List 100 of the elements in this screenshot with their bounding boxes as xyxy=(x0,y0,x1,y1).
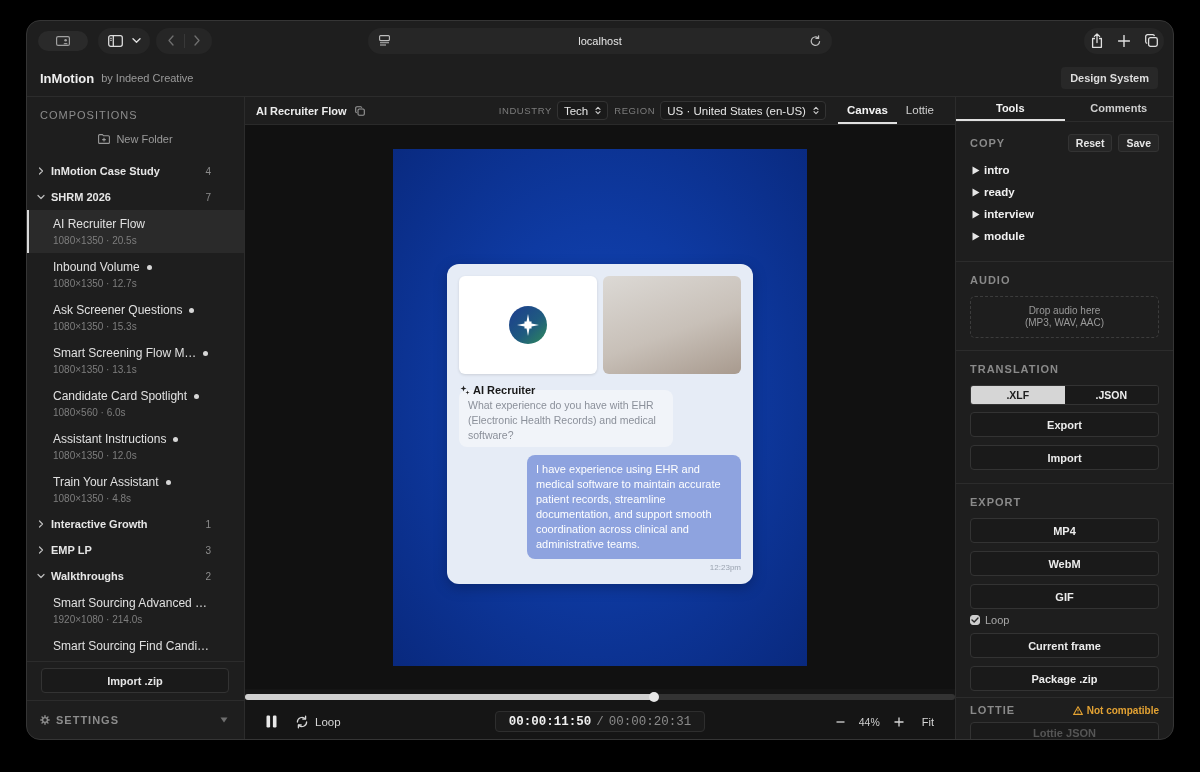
composition-item[interactable]: Assistant Instructions 1080×1350 · 12.0s xyxy=(27,425,244,468)
save-button[interactable]: Save xyxy=(1118,134,1159,152)
panel-tab[interactable]: Comments xyxy=(1064,97,1173,121)
export-format-button[interactable]: MP4 xyxy=(970,518,1159,543)
chevron-down-icon[interactable] xyxy=(37,572,45,580)
export-format-button[interactable]: WebM xyxy=(970,551,1159,576)
item-count: 3 xyxy=(205,544,211,556)
pause-button[interactable] xyxy=(266,715,277,728)
screen-icon xyxy=(56,35,70,46)
chevron-right-icon[interactable] xyxy=(37,167,45,175)
composition-item[interactable]: Smart Screening Flow M… 1080×1350 · 13.1s xyxy=(27,339,244,382)
panel-tab[interactable]: Tools xyxy=(956,97,1065,121)
new-folder-button[interactable]: New Folder xyxy=(94,129,177,149)
share-icon xyxy=(1091,33,1103,48)
chevron-right-icon[interactable] xyxy=(37,520,45,528)
section-heading: EXPORT xyxy=(970,495,1023,509)
plus-icon xyxy=(1118,34,1130,47)
composition-name: Smart Screening Flow M… xyxy=(53,346,197,361)
checkmark-icon xyxy=(971,617,979,623)
folder-name[interactable]: SHRM 2026 xyxy=(51,191,111,203)
format-option[interactable]: .XLF xyxy=(971,386,1065,404)
chevron-right-icon xyxy=(194,35,200,46)
export-format-button[interactable]: Current frame xyxy=(970,633,1159,658)
composition-name: Candidate Card Spotlight xyxy=(53,389,188,404)
export-format-button[interactable]: GIF xyxy=(970,584,1159,609)
section-heading: COMPOSITIONS xyxy=(40,108,139,122)
composition-name: Smart Sourcing Advanced … xyxy=(53,596,208,611)
loop-button[interactable]: Loop xyxy=(295,714,341,729)
composition-item[interactable]: Ask Screener Questions 1080×1350 · 15.3s xyxy=(27,296,244,339)
tabs-icon xyxy=(1144,34,1158,47)
chevron-right-icon[interactable] xyxy=(37,546,45,554)
copy-group-item[interactable]: module xyxy=(970,225,1025,247)
section-heading: TRANSLATION xyxy=(970,362,1060,376)
folder-name[interactable]: EMP LP xyxy=(51,544,92,556)
composition-item[interactable]: Inbound Volume 1080×1350 · 12.7s xyxy=(27,253,244,296)
settings-toggle[interactable]: SETTINGS xyxy=(27,700,244,739)
import-button[interactable]: Import xyxy=(970,445,1159,470)
sparkle-icon xyxy=(460,384,470,395)
speaker-name: AI Recruiter xyxy=(473,383,536,396)
zoom-in-button[interactable] xyxy=(893,716,904,727)
address-bar[interactable]: localhost xyxy=(368,27,832,54)
item-count: 4 xyxy=(205,165,211,177)
composition-meta: 1080×560 · 6.0s xyxy=(53,407,126,419)
item-count: 1 xyxy=(205,518,211,530)
folder-name[interactable]: Walkthroughs xyxy=(51,570,124,582)
app-name: InMotion xyxy=(40,70,95,86)
warning-icon xyxy=(1072,705,1083,715)
plus-icon xyxy=(893,716,904,727)
copy-group-item[interactable]: ready xyxy=(970,181,1015,203)
composition-item[interactable]: AI Recruiter Flow 1080×1350 · 20.5s xyxy=(27,210,244,253)
reload-icon[interactable] xyxy=(810,34,821,47)
checkbox[interactable] xyxy=(970,615,980,625)
timeline-track[interactable] xyxy=(245,693,955,700)
folder-name[interactable]: InMotion Case Study xyxy=(51,165,160,177)
composition-item[interactable]: Candidate Card Spotlight 1080×560 · 6.0s xyxy=(27,382,244,425)
duplicate-button[interactable] xyxy=(355,105,366,116)
answer-bubble: I have experience using EHR and medical software to maintain accurate patient records, streamline documentation, and support smooth coordination across clinical and administrative teams. xyxy=(527,454,741,559)
warning-text: Not compatible xyxy=(1086,704,1159,716)
zoom-level: 44% xyxy=(858,715,880,728)
composition-name: Ask Screener Questions xyxy=(53,303,183,318)
zoom-out-button[interactable] xyxy=(835,720,845,723)
composition-meta: 1080×1350 · 20.5s xyxy=(53,235,137,247)
composition-meta: 1080×1350 · 12.7s xyxy=(53,278,137,290)
filter-select[interactable]: Tech xyxy=(556,101,609,120)
composition-item[interactable]: Smart Sourcing Find Candi… xyxy=(27,632,244,660)
export-format-button[interactable]: Package .zip xyxy=(970,666,1159,691)
composition-item[interactable]: Smart Sourcing Advanced … 1920×1080 · 214.0s xyxy=(27,589,244,632)
timeline-thumb[interactable] xyxy=(648,691,659,702)
import-zip-button[interactable]: Import .zip xyxy=(41,668,229,693)
fit-button[interactable]: Fit xyxy=(921,715,934,728)
audio-dropzone[interactable]: Drop audio here (MP3, WAV, AAC) xyxy=(970,296,1159,338)
minus-icon xyxy=(835,720,845,723)
reset-button[interactable]: Reset xyxy=(1067,134,1113,152)
composition-name: AI Recruiter Flow xyxy=(53,217,146,232)
filter-select[interactable]: US · United States (en-US) xyxy=(660,101,826,120)
chevron-down-icon[interactable] xyxy=(37,193,45,201)
item-count: 7 xyxy=(205,191,211,203)
composition-title: AI Recruiter Flow xyxy=(256,104,347,117)
checkbox-label: Loop xyxy=(985,614,1010,626)
composition-meta: 1920×1080 · 214.0s xyxy=(53,614,143,626)
format-option[interactable]: .JSON xyxy=(1064,386,1158,404)
filter-label: INDUSTRY xyxy=(498,105,552,116)
export-button[interactable]: Export xyxy=(970,412,1159,437)
page-icon xyxy=(379,35,390,46)
url-text: localhost xyxy=(577,34,623,47)
composition-name: Smart Sourcing Find Candi… xyxy=(53,639,210,654)
design-system-button[interactable]: Design System xyxy=(1061,67,1158,89)
time-separator: / xyxy=(596,714,604,729)
composition-meta: 1080×1350 · 4.8s xyxy=(53,493,132,505)
section-heading: LOTTIE xyxy=(970,703,1016,717)
composition-name: Inbound Volume xyxy=(53,260,140,275)
composition-item[interactable]: Train Your Assistant 1080×1350 · 4.8s xyxy=(27,468,244,511)
view-tab[interactable]: Lottie xyxy=(896,97,943,124)
sidebar-toggle-button[interactable] xyxy=(98,27,150,54)
folder-name[interactable]: Interactive Growth xyxy=(51,518,148,530)
copy-group-item[interactable]: interview xyxy=(970,203,1034,225)
copy-group-item[interactable]: intro xyxy=(970,159,1010,181)
tab-group-button[interactable] xyxy=(38,30,88,51)
loop-icon xyxy=(295,714,309,729)
composition-name: Train Your Assistant xyxy=(53,475,159,490)
